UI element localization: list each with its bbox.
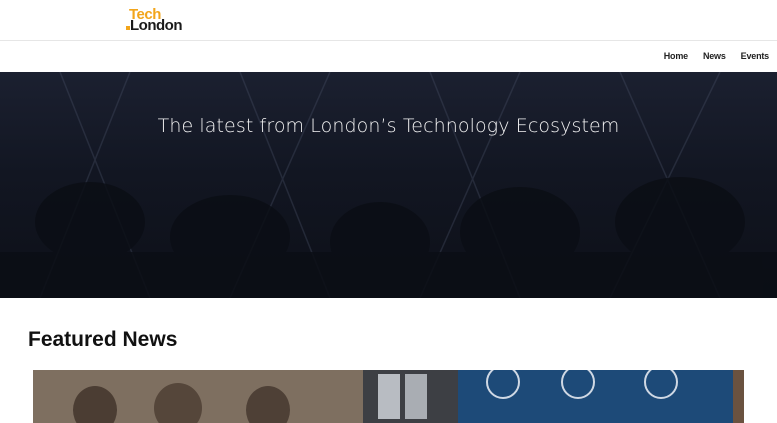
hero-title: The latest from London’s Technology Ecos… [157, 115, 620, 137]
hero-background-image [0, 72, 777, 298]
hero-banner: The latest from London’s Technology Ecos… [0, 72, 777, 298]
site-logo[interactable]: Tech London [125, 6, 189, 34]
nav-item-news[interactable]: News [703, 51, 726, 61]
nav-links: Home News Events [664, 51, 769, 61]
main-navigation: Home News Events [0, 41, 777, 72]
nav-item-events[interactable]: Events [741, 51, 770, 61]
featured-news-heading: Featured News [28, 328, 178, 351]
nav-item-home[interactable]: Home [664, 51, 688, 61]
article-thumbnail-image [33, 370, 744, 423]
site-header: Tech London [0, 0, 777, 41]
featured-article-image[interactable] [33, 370, 744, 423]
logo-text-london: London [130, 17, 182, 34]
